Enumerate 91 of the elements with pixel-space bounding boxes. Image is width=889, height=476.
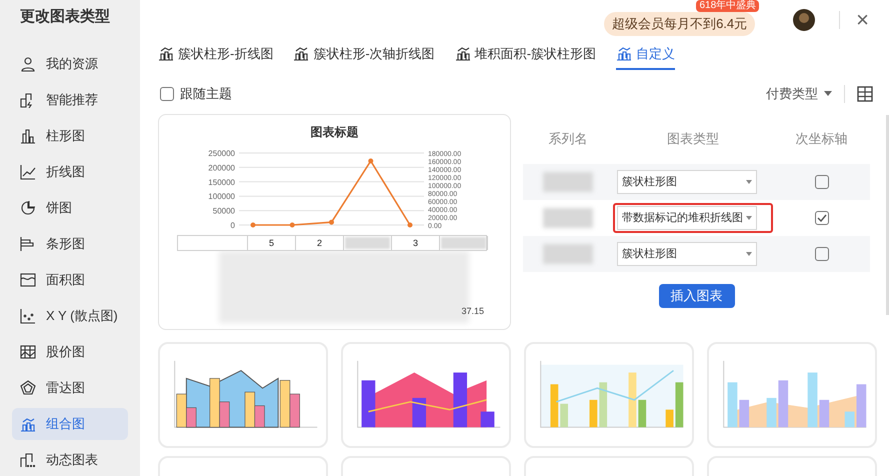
column-chart-icon bbox=[20, 128, 36, 144]
chart-thumbnail[interactable] bbox=[707, 342, 877, 448]
bar bbox=[453, 372, 468, 428]
sidebar-item[interactable]: 折线图 bbox=[12, 156, 128, 188]
pie-chart-icon bbox=[20, 200, 36, 216]
chart-thumbnail[interactable] bbox=[158, 342, 328, 448]
caret-icon bbox=[746, 216, 752, 220]
sidebar-item[interactable]: 我的资源 bbox=[12, 48, 128, 80]
line-chart-icon bbox=[20, 164, 36, 180]
sale-tag: 618年中盛典 bbox=[696, 0, 760, 12]
sidebar-item[interactable]: 股价图 bbox=[12, 336, 128, 368]
bar bbox=[290, 394, 300, 428]
bar bbox=[766, 398, 776, 428]
column-header: 次坐标轴 bbox=[794, 130, 848, 148]
sidebar-item[interactable]: 组合图 bbox=[12, 408, 128, 440]
sidebar-item[interactable]: 雷达图 bbox=[12, 372, 128, 404]
tab[interactable]: 堆积面积-簇状柱形图 bbox=[454, 44, 596, 70]
axis-label: 200000 bbox=[208, 163, 235, 172]
caret-icon bbox=[824, 91, 832, 97]
caret-icon bbox=[746, 180, 752, 184]
bar bbox=[560, 404, 568, 428]
blurred-name bbox=[543, 208, 593, 228]
data-point bbox=[368, 158, 374, 164]
bar-chart-icon bbox=[20, 236, 36, 252]
sidebar-item[interactable]: 柱形图 bbox=[12, 120, 128, 152]
window-title: 更改图表类型 bbox=[20, 7, 111, 27]
data-point bbox=[290, 222, 295, 228]
checkbox-label: 跟随主题 bbox=[180, 85, 232, 104]
column-header: 系列名 bbox=[548, 130, 588, 148]
sidebar-item[interactable]: 动态图表 bbox=[12, 444, 128, 476]
bar bbox=[280, 380, 290, 428]
bar bbox=[728, 382, 738, 428]
sidebar-item[interactable]: 智能推荐 bbox=[12, 84, 128, 116]
axis-label: 100000 bbox=[208, 192, 235, 202]
bar bbox=[666, 410, 674, 428]
bar bbox=[628, 372, 636, 428]
table-cell-text: 37.15 bbox=[461, 305, 484, 318]
bar bbox=[362, 380, 376, 428]
chart-title: 图表标题 bbox=[310, 124, 360, 141]
sidebar-item[interactable]: 面积图 bbox=[12, 264, 128, 296]
chart-type-dropdown[interactable]: 带数据标记的堆积折线图 bbox=[617, 206, 757, 230]
chart-thumbnail[interactable] bbox=[341, 342, 511, 448]
bar bbox=[778, 380, 788, 428]
promo-badge[interactable]: 超级会员每月不到6.4元 bbox=[604, 12, 756, 36]
data-point bbox=[408, 222, 412, 228]
axis-label: 50000 bbox=[212, 206, 235, 216]
axis-label: 250000 bbox=[208, 149, 235, 158]
sidebar-item[interactable]: 条形图 bbox=[12, 228, 128, 260]
table-cell: 5 bbox=[248, 236, 296, 250]
checkbox[interactable] bbox=[814, 211, 828, 225]
stock-chart-icon bbox=[20, 344, 36, 360]
caret-icon bbox=[746, 252, 752, 256]
combo-chart-icon bbox=[20, 416, 36, 432]
column-header: 图表类型 bbox=[666, 130, 720, 148]
data-point bbox=[250, 222, 256, 228]
chart-type-dropdown[interactable]: 簇状柱形图 bbox=[617, 242, 757, 266]
bar bbox=[819, 400, 830, 428]
tab[interactable]: 簇状柱形-次轴折线图 bbox=[293, 44, 435, 70]
checkbox[interactable] bbox=[160, 87, 174, 101]
bar bbox=[739, 400, 750, 428]
table-cell: 2 bbox=[296, 236, 344, 250]
combo-chart-icon bbox=[616, 45, 632, 61]
combo-chart-icon bbox=[158, 45, 174, 61]
bar bbox=[480, 412, 494, 428]
axis-label: 150000 bbox=[208, 178, 235, 187]
checkbox[interactable] bbox=[814, 247, 828, 261]
checkbox[interactable] bbox=[814, 175, 828, 189]
tab[interactable]: 自定义 bbox=[616, 44, 676, 70]
close-button[interactable]: × bbox=[856, 9, 869, 31]
bar bbox=[808, 372, 818, 428]
axis-label: 0 bbox=[230, 221, 235, 230]
combo-chart-icon bbox=[454, 45, 471, 61]
blurred-name bbox=[543, 172, 593, 192]
chart-type-dropdown[interactable]: 簇状柱形图 bbox=[617, 170, 757, 194]
chart-thumbnail[interactable] bbox=[524, 342, 694, 448]
blurred-name bbox=[543, 244, 593, 264]
pentagon-icon bbox=[20, 380, 36, 396]
grid-view-icon[interactable] bbox=[857, 86, 873, 102]
insert-chart-button[interactable]: 插入图表 bbox=[658, 284, 734, 308]
avatar[interactable] bbox=[793, 9, 816, 31]
table-cell: 3 bbox=[392, 236, 440, 250]
tab[interactable]: 簇状柱形-折线图 bbox=[158, 44, 274, 70]
scatter-chart-icon bbox=[20, 308, 36, 324]
sidebar-item[interactable]: 饼图 bbox=[12, 192, 128, 224]
area-chart-icon bbox=[20, 272, 36, 288]
paid-type-dropdown[interactable]: 付费类型 bbox=[766, 84, 832, 104]
data-point bbox=[329, 220, 334, 225]
sidebar-item[interactable]: X Y (散点图) bbox=[12, 300, 128, 332]
dynamic-chart-icon bbox=[20, 452, 36, 468]
combo-chart-icon bbox=[293, 45, 310, 61]
user-icon bbox=[20, 56, 36, 72]
